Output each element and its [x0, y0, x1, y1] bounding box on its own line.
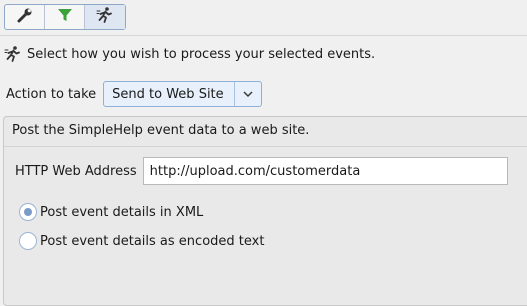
http-address-input[interactable] [142, 157, 508, 185]
filter-icon [56, 6, 74, 28]
panel-description: Post the SimpleHelp event data to a web … [12, 123, 310, 138]
runner-icon [4, 45, 22, 63]
action-row: Action to take Send to Web Site [6, 81, 263, 107]
radio-encoded[interactable] [19, 232, 37, 250]
action-select-value: Send to Web Site [112, 86, 224, 102]
toolbar-divider [0, 35, 527, 36]
toolbar [4, 4, 126, 30]
http-address-label: HTTP Web Address [15, 163, 137, 179]
tool-wrench-button[interactable] [5, 5, 45, 29]
intro-text: Select how you wish to process your sele… [27, 46, 376, 62]
radio-option-xml[interactable]: Post event details in XML [19, 203, 203, 221]
radio-option-encoded[interactable]: Post event details as encoded text [19, 232, 264, 250]
tool-runner-button[interactable] [85, 5, 125, 29]
web-site-panel: Post the SimpleHelp event data to a web … [3, 116, 527, 306]
http-address-row: HTTP Web Address [15, 157, 508, 185]
action-select[interactable]: Send to Web Site [103, 81, 263, 107]
wrench-icon [16, 6, 34, 28]
radio-encoded-label: Post event details as encoded text [40, 233, 265, 249]
panel-divider [4, 146, 527, 147]
tool-filter-button[interactable] [45, 5, 85, 29]
runner-icon [96, 6, 114, 28]
chevron-down-icon[interactable] [234, 82, 261, 106]
action-label: Action to take [6, 86, 97, 102]
radio-xml[interactable] [19, 203, 37, 221]
intro-line: Select how you wish to process your sele… [4, 45, 375, 63]
radio-xml-label: Post event details in XML [40, 204, 204, 220]
